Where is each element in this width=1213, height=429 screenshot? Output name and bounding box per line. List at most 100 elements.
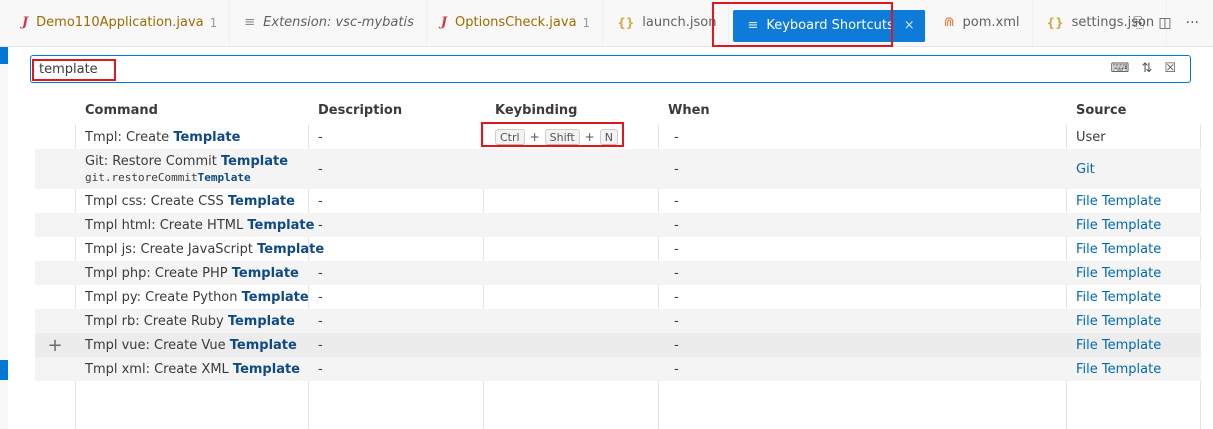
column-header-keybinding[interactable]: Keybinding bbox=[483, 95, 658, 125]
editor-actions: ⎘ ◫ ··· bbox=[1133, 15, 1199, 31]
command-cell: Tmpl php: Create PHP Template bbox=[75, 261, 308, 285]
command-text: Git: Restore Commit bbox=[85, 154, 221, 169]
source-link[interactable]: File Template bbox=[1066, 189, 1201, 213]
tab-label: pom.xml bbox=[962, 15, 1020, 30]
command-cell: Tmpl html: Create HTML Template bbox=[75, 213, 314, 237]
keybindings-table: Command Description Keybinding When Sour… bbox=[35, 95, 1201, 381]
add-keybinding-icon[interactable]: + bbox=[35, 333, 75, 357]
table-row[interactable]: Tmpl py: Create Python Template - - File Te… bbox=[35, 285, 1201, 309]
tab-extension-vsc-mybatis[interactable]: ≡ Extension: vsc-mybatis bbox=[230, 0, 427, 46]
column-header-when[interactable]: When bbox=[658, 95, 1066, 125]
keybinding-cell[interactable] bbox=[483, 333, 658, 357]
close-icon[interactable]: × bbox=[904, 18, 915, 33]
source-link[interactable]: File Template bbox=[1066, 309, 1201, 333]
keybindings-search-box: ⌨ ⇅ ☒ bbox=[30, 55, 1191, 83]
command-label: Tmpl xml: Create XML Template bbox=[85, 362, 300, 377]
add-keybinding-icon bbox=[35, 309, 75, 333]
command-text: Tmpl py: Create Python bbox=[85, 289, 242, 305]
source-link[interactable]: File Template bbox=[1066, 237, 1201, 261]
add-keybinding-icon bbox=[35, 285, 75, 309]
keybinding-cell[interactable] bbox=[483, 149, 658, 189]
command-cell: Tmpl js: Create JavaScript Template bbox=[75, 237, 324, 261]
column-header-source[interactable]: Source bbox=[1066, 95, 1201, 125]
keybinding-cell[interactable] bbox=[483, 285, 658, 309]
description-cell: - bbox=[318, 217, 323, 233]
keybinding-cell[interactable] bbox=[483, 237, 658, 261]
source-link[interactable]: File Template bbox=[1066, 333, 1201, 357]
tab-pom-xml[interactable]: ⋒ pom.xml bbox=[930, 0, 1033, 46]
json-file-icon: {} bbox=[1046, 15, 1064, 30]
table-row[interactable]: Git: Restore Commit Template git.restoreC… bbox=[35, 149, 1201, 189]
table-row[interactable]: Tmpl html: Create HTML Template - - File Te… bbox=[35, 213, 1201, 237]
keybinding-cell[interactable] bbox=[483, 357, 658, 381]
when-cell: - bbox=[674, 161, 679, 177]
add-keybinding-icon bbox=[35, 125, 75, 149]
command-cell: Git: Restore Commit Template git.restoreC… bbox=[75, 149, 308, 189]
tab-launch-json[interactable]: {} launch.json bbox=[603, 0, 730, 46]
command-text: Tmpl rb: Create Ruby bbox=[85, 313, 228, 329]
command-label: Git: Restore Commit Template bbox=[85, 154, 288, 169]
key-separator: + bbox=[529, 130, 540, 144]
table-row[interactable]: Tmpl js: Create JavaScript Template - - Fil… bbox=[35, 237, 1201, 261]
java-file-icon: J bbox=[440, 15, 448, 30]
table-header: Command Description Keybinding When Sour… bbox=[35, 95, 1201, 125]
column-header-description[interactable]: Description bbox=[308, 95, 483, 125]
source-cell: User bbox=[1076, 129, 1106, 145]
description-cell: - bbox=[318, 193, 323, 209]
source-link[interactable]: File Template bbox=[1066, 213, 1201, 237]
command-text: Tmpl html: Create HTML bbox=[85, 217, 248, 233]
key-separator: + bbox=[584, 130, 595, 144]
json-file-icon: {} bbox=[617, 15, 635, 30]
keybinding-cell[interactable] bbox=[483, 309, 658, 333]
add-keybinding-icon bbox=[35, 213, 75, 237]
table-row[interactable]: Tmpl php: Create PHP Template - - File Temp… bbox=[35, 261, 1201, 285]
command-text: Tmpl vue: Create Vue bbox=[85, 337, 230, 353]
split-editor-icon[interactable]: ◫ bbox=[1158, 15, 1171, 31]
source-link[interactable]: File Template bbox=[1066, 285, 1201, 309]
table-row[interactable]: Tmpl rb: Create Ruby Template - - File Temp… bbox=[35, 309, 1201, 333]
tab-demo110application-java[interactable]: J Demo110Application.java 1 bbox=[8, 0, 231, 46]
command-cell: Tmpl: Create Template bbox=[75, 125, 308, 149]
description-cell: - bbox=[318, 337, 323, 353]
when-cell: - bbox=[674, 265, 679, 281]
command-id-text: git.restoreCommit bbox=[85, 171, 198, 184]
description-cell: - bbox=[318, 241, 323, 257]
source-link[interactable]: File Template bbox=[1066, 261, 1201, 285]
source-link[interactable]: Git bbox=[1066, 149, 1201, 189]
clear-search-icon[interactable]: ☒ bbox=[1164, 61, 1176, 76]
open-changes-icon[interactable]: ⎘ bbox=[1133, 15, 1144, 31]
command-label: Tmpl: Create Template bbox=[85, 130, 240, 145]
problem-count-badge: 1 bbox=[209, 15, 218, 30]
command-text: Tmpl js: Create JavaScript bbox=[85, 241, 258, 257]
keybinding-cell[interactable] bbox=[483, 213, 658, 237]
source-link[interactable]: File Template bbox=[1066, 357, 1201, 381]
keybinding-cell[interactable]: Ctrl + Shift + N bbox=[483, 125, 658, 149]
add-keybinding-icon bbox=[35, 237, 75, 261]
command-label: Tmpl html: Create HTML Template bbox=[85, 218, 314, 233]
column-header-command[interactable]: Command bbox=[75, 95, 308, 125]
tab-optionscheck-java[interactable]: J OptionsCheck.java 1 bbox=[427, 0, 604, 46]
table-row[interactable]: Tmpl css: Create CSS Template - - File Temp… bbox=[35, 189, 1201, 213]
activity-strip bbox=[0, 0, 8, 429]
command-text: Tmpl xml: Create XML bbox=[85, 361, 233, 377]
add-keybinding-icon bbox=[35, 149, 75, 189]
table-row[interactable]: Tmpl xml: Create XML Template - - File Temp… bbox=[35, 357, 1201, 381]
search-input[interactable] bbox=[39, 60, 939, 78]
command-cell: Tmpl vue: Create Vue Template bbox=[75, 333, 308, 357]
keybinding-cell[interactable] bbox=[483, 261, 658, 285]
search-match: Template bbox=[197, 171, 251, 184]
tab-keyboard-shortcuts[interactable]: ≡ Keyboard Shortcuts × bbox=[733, 9, 926, 42]
record-keys-icon[interactable]: ⌨ bbox=[1111, 61, 1130, 76]
table-row[interactable]: Tmpl: Create Template - Ctrl + Shift + N - User bbox=[35, 125, 1201, 149]
search-match: Template bbox=[241, 289, 309, 305]
more-actions-icon[interactable]: ··· bbox=[1186, 15, 1199, 31]
search-match: Template bbox=[227, 193, 295, 209]
search-match: Template bbox=[247, 217, 315, 233]
when-cell: - bbox=[674, 361, 679, 377]
command-cell: Tmpl css: Create CSS Template bbox=[75, 189, 308, 213]
when-cell: - bbox=[674, 289, 679, 305]
sort-by-precedence-icon[interactable]: ⇅ bbox=[1141, 61, 1152, 76]
table-row[interactable]: + Tmpl vue: Create Vue Template - - File Tem… bbox=[35, 333, 1201, 357]
keybinding-cell[interactable] bbox=[483, 189, 658, 213]
document-icon: ≡ bbox=[244, 15, 256, 30]
